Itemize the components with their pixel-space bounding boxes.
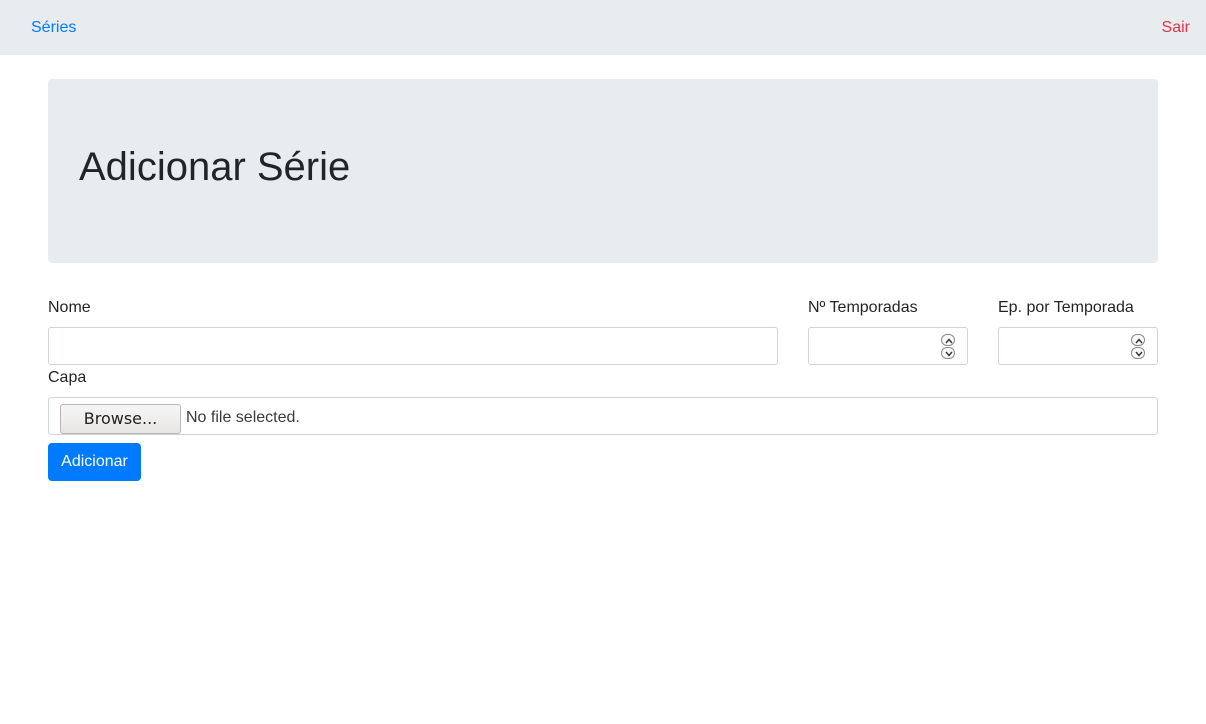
decrement-icon[interactable]: [1131, 347, 1145, 359]
temporadas-label: Nº Temporadas: [808, 299, 918, 316]
temporadas-input[interactable]: [808, 327, 968, 365]
episodios-label: Ep. por Temporada: [998, 299, 1134, 316]
episodios-spinner[interactable]: [1131, 334, 1145, 359]
capa-label: Capa: [48, 369, 87, 386]
nome-input[interactable]: [48, 327, 778, 365]
page-title: Adicionar Série: [79, 145, 351, 189]
temporadas-spinner[interactable]: [941, 334, 955, 359]
capa-file-input[interactable]: Browse... No file selected.: [48, 397, 1158, 435]
nav-series-link[interactable]: Séries: [31, 18, 76, 37]
nome-label: Nome: [48, 299, 91, 316]
browse-button[interactable]: Browse...: [60, 404, 181, 434]
navbar: Séries Sair: [0, 0, 1206, 55]
increment-icon[interactable]: [941, 334, 955, 346]
adicionar-button[interactable]: Adicionar: [48, 443, 141, 481]
increment-icon[interactable]: [1131, 334, 1145, 346]
file-status: No file selected.: [186, 409, 300, 426]
logout-link[interactable]: Sair: [1162, 18, 1190, 37]
episodios-input[interactable]: [998, 327, 1158, 365]
page-header: Adicionar Série: [48, 79, 1158, 263]
decrement-icon[interactable]: [941, 347, 955, 359]
